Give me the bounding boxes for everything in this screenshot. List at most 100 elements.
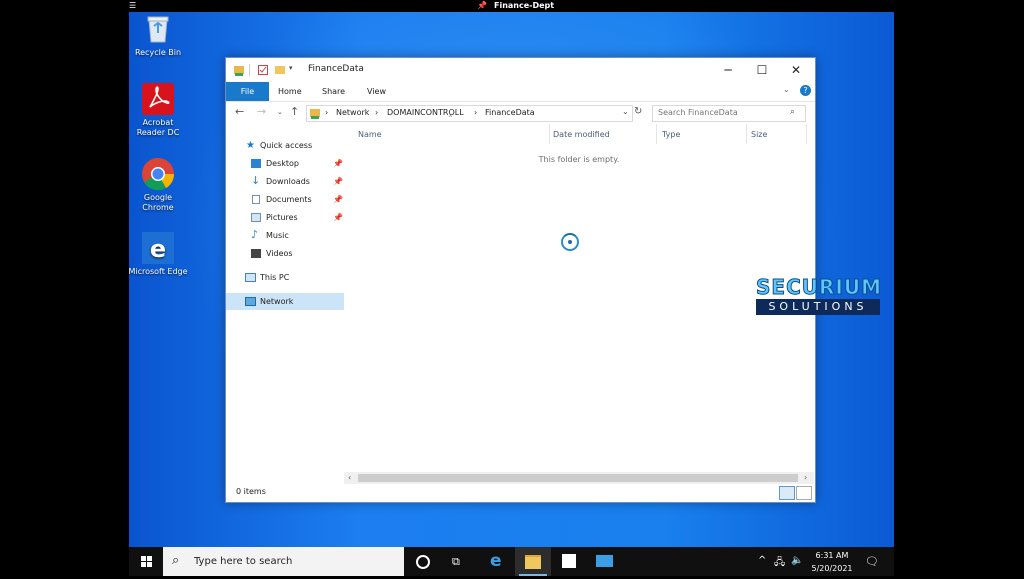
task-view-button[interactable]: ⧉	[440, 547, 476, 576]
column-header-date-modified[interactable]: Date modified	[553, 127, 610, 143]
download-arrow-icon: ↓	[251, 174, 261, 187]
breadcrumb-separator-icon[interactable]: ›	[325, 108, 328, 117]
chrome-icon	[141, 157, 175, 191]
file-explorer-window: ▾ FinanceData ─ ☐ ✕ File Home Share View…	[225, 57, 816, 503]
music-note-icon: ♪	[251, 228, 259, 241]
up-arrow-icon[interactable]: ↑	[290, 105, 299, 118]
column-divider[interactable]	[746, 124, 747, 144]
action-center-icon[interactable]: 🗨	[865, 555, 879, 568]
nav-label: This PC	[260, 273, 290, 282]
search-box[interactable]: ⌕	[652, 105, 806, 122]
scroll-left-icon[interactable]: ‹	[348, 472, 351, 484]
scrollbar-thumb[interactable]	[358, 474, 798, 482]
help-icon[interactable]: ?	[800, 85, 811, 96]
search-icon: ⌕	[172, 553, 180, 568]
taskbar-search-box[interactable]: ⌕ Type here to search	[163, 547, 404, 576]
tab-file[interactable]: File	[226, 82, 269, 101]
watermark-bottom-text: SOLUTIONS	[756, 299, 880, 315]
volume-icon[interactable]: 🔈	[791, 555, 803, 566]
desktop-icon-acrobat[interactable]: Acrobat Reader DC	[129, 82, 188, 138]
customize-qa-dropdown-icon[interactable]: ▾	[289, 64, 297, 76]
nav-music[interactable]: ♪ Music	[226, 227, 344, 244]
nav-desktop[interactable]: Desktop 📌	[226, 155, 344, 172]
column-header-name[interactable]: Name	[358, 127, 382, 143]
acrobat-reader-icon	[141, 82, 175, 116]
breadcrumb-separator-icon[interactable]: ›	[474, 108, 477, 117]
column-divider[interactable]	[656, 124, 657, 144]
details-view-icon[interactable]	[779, 486, 795, 500]
recent-locations-icon[interactable]: ⌄	[277, 108, 283, 116]
remote-session-bar: ☰ 📌 Finance-Dept	[0, 0, 1024, 12]
windows-logo-icon	[141, 556, 152, 567]
connection-bar-icon[interactable]: ☰	[129, 0, 136, 11]
breadcrumb-separator-icon[interactable]: ›	[375, 108, 378, 117]
network-tray-icon[interactable]: 🖧	[774, 555, 785, 572]
edge-icon: e	[490, 551, 502, 571]
taskbar-store[interactable]	[551, 547, 587, 576]
address-bar[interactable]: › Network › DOMAINCONTROLL › FinanceData…	[306, 105, 633, 122]
large-icons-view-icon[interactable]	[796, 486, 812, 500]
forward-arrow-icon[interactable]: →	[257, 105, 266, 118]
address-dropdown-icon[interactable]: ⌄	[622, 107, 629, 116]
pin-icon[interactable]: 📌	[333, 191, 343, 208]
nav-label: Desktop	[266, 159, 299, 168]
desktop-icon-label: Acrobat Reader DC	[136, 118, 180, 137]
system-clock[interactable]: 6:31 AM 5/20/2021	[807, 549, 857, 575]
clock-date: 5/20/2021	[811, 564, 853, 573]
pin-icon[interactable]: 📌	[333, 209, 343, 226]
nav-this-pc[interactable]: This PC	[226, 269, 344, 286]
search-input[interactable]	[658, 108, 783, 117]
desktop-icon-chrome[interactable]: Google Chrome	[129, 157, 188, 213]
properties-icon[interactable]	[258, 64, 268, 76]
scroll-right-icon[interactable]: ›	[804, 472, 807, 484]
nav-label: Videos	[266, 249, 293, 258]
file-list: ⌃ Name Date modified Type Size This fold…	[344, 114, 814, 469]
taskbar-edge[interactable]: e	[479, 547, 515, 576]
refresh-icon[interactable]: ↻	[634, 106, 642, 117]
tab-share[interactable]: Share	[312, 82, 355, 101]
nav-quick-access[interactable]: ★ Quick access	[226, 137, 344, 154]
show-hidden-icons[interactable]: ^	[758, 555, 766, 566]
taskbar-file-explorer[interactable]	[515, 547, 551, 576]
search-icon[interactable]: ⌕	[790, 107, 795, 117]
ribbon-tabs: File Home Share View ⌄ ?	[226, 82, 815, 102]
back-arrow-icon[interactable]: ←	[235, 105, 244, 118]
expand-ribbon-icon[interactable]: ⌄	[783, 85, 790, 94]
nav-network[interactable]: Network	[226, 293, 344, 310]
column-divider[interactable]	[806, 124, 807, 144]
breadcrumb-network[interactable]: Network	[336, 108, 369, 117]
horizontal-scrollbar[interactable]: ‹ ›	[344, 472, 814, 484]
maximize-button[interactable]: ☐	[745, 58, 779, 82]
pin-icon[interactable]: 📌	[477, 0, 487, 12]
tab-view[interactable]: View	[357, 82, 396, 101]
task-view-icon: ⧉	[452, 555, 460, 568]
desktop-icon-edge[interactable]: e Microsoft Edge	[129, 231, 188, 277]
desktop-icon-label: Microsoft Edge	[129, 267, 188, 276]
cortana-button[interactable]	[404, 547, 440, 576]
nav-label: Music	[266, 231, 289, 240]
nav-documents[interactable]: Documents 📌	[226, 191, 344, 208]
nav-label: Downloads	[266, 177, 310, 186]
close-button[interactable]: ✕	[779, 58, 813, 82]
minimize-button[interactable]: ─	[711, 58, 745, 82]
folder-icon	[525, 555, 541, 569]
store-bag-icon	[562, 554, 576, 568]
nav-downloads[interactable]: ↓ Downloads 📌	[226, 173, 344, 190]
column-divider[interactable]	[549, 124, 550, 144]
network-folder-icon	[310, 107, 320, 121]
nav-videos[interactable]: Videos	[226, 245, 344, 262]
desktop-icon-recycle-bin[interactable]: Recycle Bin	[129, 12, 188, 58]
column-header-size[interactable]: Size	[751, 127, 767, 143]
pin-icon[interactable]: 📌	[333, 155, 343, 172]
taskbar-mail[interactable]	[587, 547, 623, 576]
start-button[interactable]	[129, 547, 165, 576]
column-header-type[interactable]: Type	[662, 127, 680, 143]
picture-icon	[251, 213, 261, 222]
new-folder-icon[interactable]	[275, 64, 285, 76]
nav-pictures[interactable]: Pictures 📌	[226, 209, 344, 226]
title-bar[interactable]: ▾ FinanceData ─ ☐ ✕	[226, 58, 815, 82]
breadcrumb-financedata[interactable]: FinanceData	[485, 108, 535, 117]
pin-icon[interactable]: 📌	[333, 173, 343, 190]
tab-home[interactable]: Home	[268, 82, 312, 101]
qa-divider	[249, 64, 250, 76]
